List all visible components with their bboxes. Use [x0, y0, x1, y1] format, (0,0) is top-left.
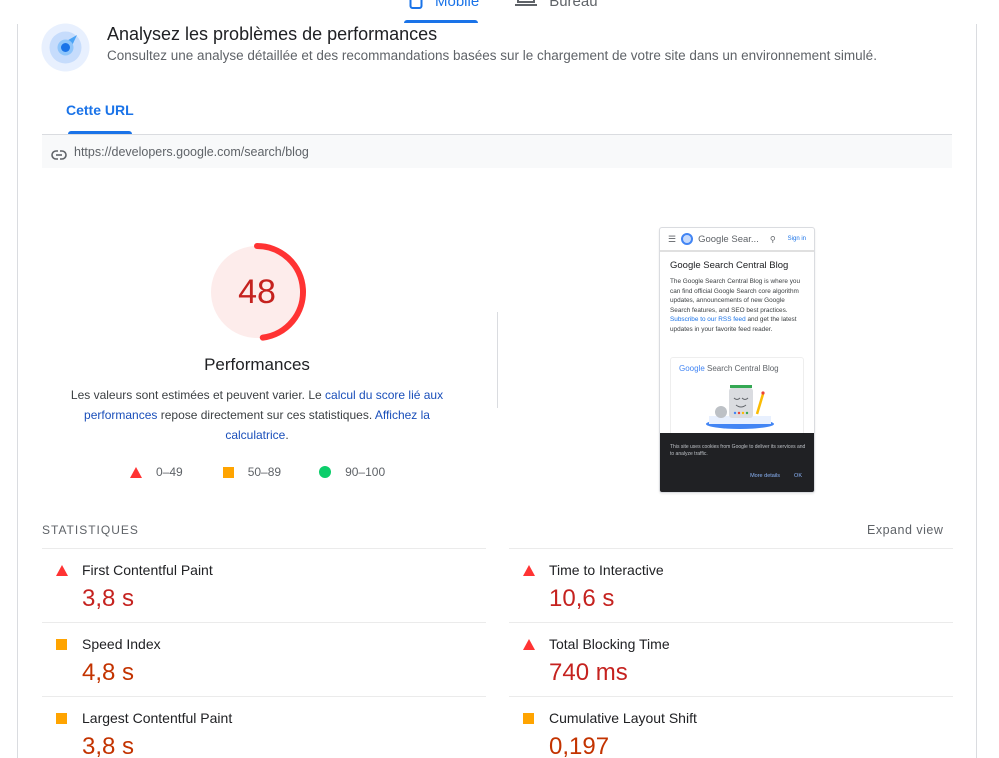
thumb-paragraph: The Google Search Central Blog is where …: [660, 275, 814, 337]
fail-triangle-icon: [523, 565, 535, 576]
thumb-card-title: Google Search Central Blog: [671, 358, 803, 379]
link-icon: [51, 147, 67, 160]
metrics-column-left: First Contentful Paint 3,8 s Speed Index…: [42, 548, 486, 758]
metric-name: Speed Index: [82, 636, 161, 652]
green-circle-icon: [319, 466, 332, 478]
content-frame-left-border: [17, 24, 18, 758]
metric-value: 3,8 s: [82, 585, 135, 612]
fail-triangle-icon: [56, 565, 68, 576]
legend-range: 50–89: [247, 465, 282, 479]
metric-value: 3,8 s: [82, 733, 135, 758]
metric-name: Cumulative Layout Shift: [549, 710, 697, 726]
thumb-cookie-banner: This site uses cookies from Google to de…: [660, 433, 814, 492]
blog-illustration-icon: [706, 385, 774, 429]
content-frame-right-border: [976, 24, 977, 758]
thumb-blog-card: Google Search Central Blog: [670, 357, 804, 437]
desc-text-3: .: [285, 428, 289, 442]
average-square-icon: [56, 713, 67, 724]
desc-text-2: repose directement sur ces statistiques.: [157, 408, 375, 422]
thumb-paragraph-text: The Google Search Central Blog is where …: [670, 278, 801, 314]
fail-triangle-icon: [523, 639, 535, 650]
thumb-cookie-ok: OK: [794, 473, 802, 479]
thumb-cookie-actions: More details OK: [750, 473, 802, 480]
orange-square-icon: [222, 466, 234, 478]
performance-score-label: Performances: [204, 355, 310, 374]
thumb-brand: Google Sear...: [698, 233, 759, 245]
metrics-column-right: Time to Interactive 10,6 s Total Blockin…: [509, 548, 953, 758]
score-legend: 0–49 50–89 90–100: [130, 465, 385, 479]
tab-mobile[interactable]: Mobile: [395, 0, 493, 14]
speed-gauge-icon: [41, 23, 90, 72]
thumb-signin: Sign in: [787, 236, 806, 242]
menu-icon: ☰: [668, 233, 677, 244]
desc-text-1: Les valeurs sont estimées et peuvent var…: [70, 388, 326, 402]
search-icon: ⚲: [769, 234, 776, 244]
legend-item-average: 50–89: [222, 465, 282, 479]
metric-first-contentful-paint: First Contentful Paint 3,8 s: [42, 548, 486, 622]
metric-total-blocking-time: Total Blocking Time 740 ms: [509, 622, 953, 696]
metric-value: 4,8 s: [82, 659, 135, 686]
legend-item-fail: 0–49: [130, 465, 183, 479]
metric-value: 10,6 s: [549, 585, 615, 612]
score-description: Les valeurs sont estimées et peuvent var…: [62, 385, 452, 445]
analyzed-url[interactable]: https://developers.google.com/search/blo…: [74, 145, 309, 159]
tab-mobile-label: Mobile: [435, 0, 480, 10]
smartphone-icon: [409, 0, 423, 13]
analyzed-url-bar: https://developers.google.com/search/blo…: [42, 134, 952, 168]
thumb-header: ☰ Google Sear... ⚲ Sign in: [660, 228, 814, 252]
metric-value: 0,197: [549, 733, 610, 758]
thumb-rss-link: Subscribe to our RSS feed: [670, 316, 746, 324]
tab-desktop-label: Bureau: [549, 0, 598, 10]
thumb-card-title-rest: Search Central Blog: [704, 364, 779, 373]
metric-name: Largest Contentful Paint: [82, 710, 233, 726]
metric-name: Time to Interactive: [549, 562, 664, 578]
legend-range: 0–49: [156, 465, 183, 479]
metric-name: Total Blocking Time: [549, 636, 670, 652]
section-title: Analysez les problèmes de performances: [107, 24, 438, 44]
metric-cumulative-layout-shift: Cumulative Layout Shift 0,197: [509, 696, 953, 758]
thumb-cookie-more: More details: [750, 473, 781, 479]
thumb-google-word: Google: [679, 364, 705, 373]
thumb-cookie-text: This site uses cookies from Google to de…: [670, 444, 806, 457]
site-logo-icon: [681, 233, 694, 245]
legend-range: 90–100: [345, 465, 386, 479]
vertical-divider: [497, 312, 498, 408]
tab-desktop[interactable]: Bureau: [501, 0, 611, 14]
average-square-icon: [56, 639, 67, 650]
metric-time-to-interactive: Time to Interactive 10,6 s: [509, 548, 953, 622]
average-square-icon: [523, 713, 534, 724]
laptop-icon: [515, 0, 538, 12]
tab-this-url[interactable]: Cette URL: [66, 102, 134, 118]
active-device-indicator: [404, 20, 478, 23]
metric-name: First Contentful Paint: [82, 562, 213, 578]
expand-view-button[interactable]: Expand view: [867, 523, 943, 537]
page-screenshot-thumbnail: ☰ Google Sear... ⚲ Sign in Google Search…: [659, 227, 815, 493]
statistics-heading: STATISTIQUES: [42, 523, 139, 537]
section-subtitle: Consultez une analyse détaillée et des r…: [107, 48, 877, 63]
thumb-heading: Google Search Central Blog: [670, 260, 789, 271]
red-triangle-icon: [130, 466, 142, 478]
metric-value: 740 ms: [549, 659, 628, 686]
metric-speed-index: Speed Index 4,8 s: [42, 622, 486, 696]
metric-largest-contentful-paint: Largest Contentful Paint 3,8 s: [42, 696, 486, 758]
performance-score-value: 48: [238, 272, 276, 311]
legend-item-pass: 90–100: [319, 465, 385, 479]
